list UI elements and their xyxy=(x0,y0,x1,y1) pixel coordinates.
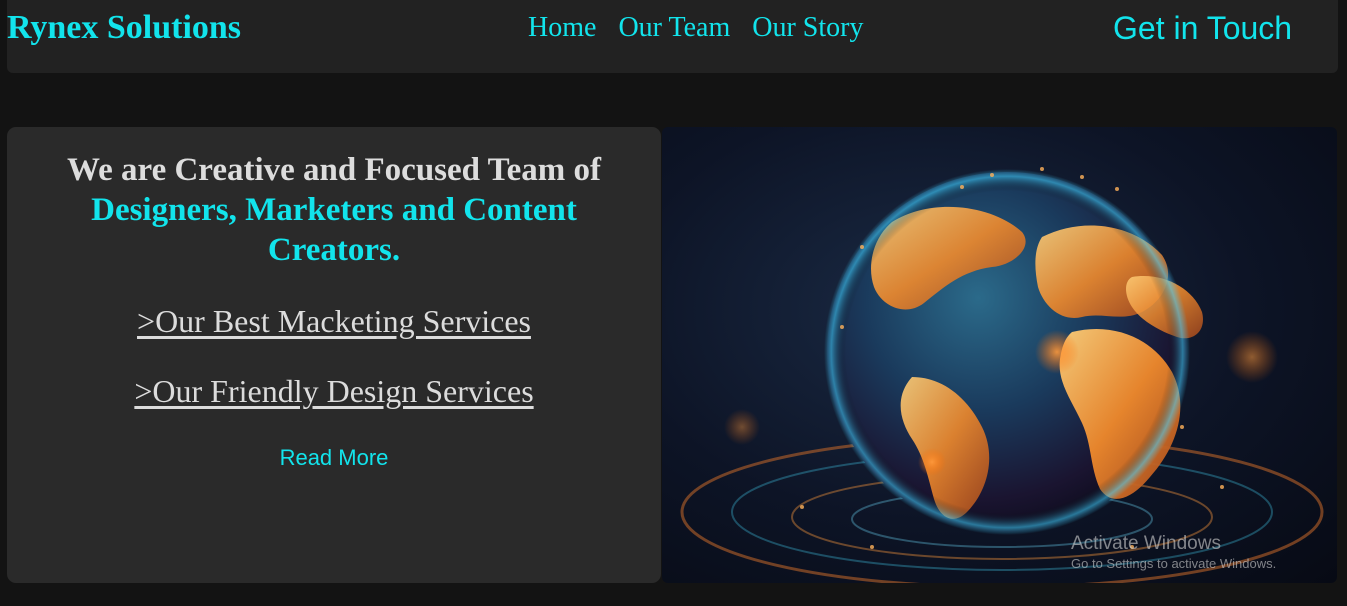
hero-headline: We are Creative and Focused Team of Desi… xyxy=(27,150,641,270)
hero-text-card: We are Creative and Focused Team of Desi… xyxy=(7,127,661,583)
main-nav: Home Our Team Our Story xyxy=(528,12,864,44)
headline-accent-text: Designers, Marketers and Content Creator… xyxy=(91,192,577,268)
globe-illustration xyxy=(680,167,1324,583)
get-in-touch-button[interactable]: Get in Touch xyxy=(1113,10,1292,47)
top-navbar: Rynex Solutions Home Our Team Our Story … xyxy=(7,0,1338,73)
globe-hero-image xyxy=(662,127,1337,583)
brand-logo-text[interactable]: Rynex Solutions xyxy=(7,9,241,47)
design-services-link[interactable]: >Our Friendly Design Services xyxy=(7,373,661,410)
nav-link-home[interactable]: Home xyxy=(528,12,596,44)
headline-plain-text: We are Creative and Focused Team of xyxy=(66,152,602,188)
nav-link-our-story[interactable]: Our Story xyxy=(752,12,863,44)
nav-link-our-team[interactable]: Our Team xyxy=(618,12,730,44)
marketing-services-link[interactable]: >Our Best Macketing Services xyxy=(7,303,661,340)
read-more-link[interactable]: Read More xyxy=(7,445,661,471)
